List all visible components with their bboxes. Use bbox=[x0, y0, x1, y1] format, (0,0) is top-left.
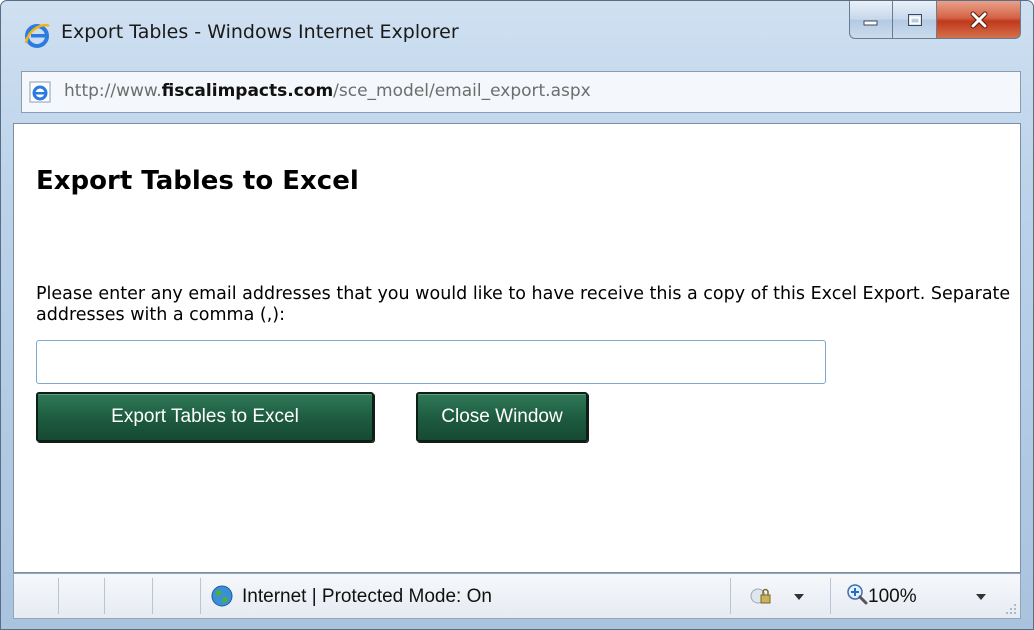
browser-window: Export Tables - Windows Internet Explore… bbox=[0, 0, 1034, 630]
window-title: Export Tables - Windows Internet Explore… bbox=[61, 21, 459, 43]
globe-icon bbox=[211, 585, 233, 607]
url-text: http://www.fiscalimpacts.com/sce_model/e… bbox=[64, 81, 591, 101]
page-icon bbox=[29, 81, 51, 103]
status-bar: Internet | Protected Mode: On 100% bbox=[13, 573, 1021, 619]
maximize-button[interactable] bbox=[893, 1, 937, 39]
address-bar[interactable]: http://www.fiscalimpacts.com/sce_model/e… bbox=[21, 71, 1021, 113]
zoom-icon[interactable] bbox=[846, 583, 868, 605]
close-window-page-button[interactable]: Close Window bbox=[416, 392, 588, 442]
page-title: Export Tables to Excel bbox=[36, 166, 359, 196]
chevron-down-icon[interactable] bbox=[976, 594, 986, 600]
close-icon bbox=[970, 11, 987, 28]
export-tables-button[interactable]: Export Tables to Excel bbox=[36, 392, 374, 442]
chevron-down-icon[interactable] bbox=[794, 594, 804, 600]
page-content: Export Tables to Excel Please enter any … bbox=[13, 123, 1021, 573]
zoom-level[interactable]: 100% bbox=[868, 586, 917, 608]
status-separator bbox=[730, 578, 731, 614]
security-icon[interactable] bbox=[748, 584, 774, 608]
title-bar[interactable]: Export Tables - Windows Internet Explore… bbox=[1, 1, 1033, 61]
security-zone-text[interactable]: Internet | Protected Mode: On bbox=[242, 586, 492, 608]
status-separator bbox=[830, 578, 831, 614]
minimize-button[interactable] bbox=[849, 1, 893, 39]
status-separator bbox=[58, 578, 59, 614]
status-separator bbox=[152, 578, 153, 614]
ie-logo-icon bbox=[24, 23, 50, 48]
resize-grip-icon[interactable] bbox=[1004, 602, 1018, 616]
status-separator bbox=[104, 578, 105, 614]
maximize-icon bbox=[907, 13, 922, 26]
caption-buttons bbox=[849, 1, 1021, 41]
status-separator bbox=[200, 578, 201, 614]
instructions-text: Please enter any email addresses that yo… bbox=[36, 284, 1011, 325]
email-addresses-input[interactable] bbox=[36, 340, 826, 384]
close-window-button[interactable] bbox=[937, 1, 1021, 39]
minimize-icon bbox=[863, 20, 878, 25]
